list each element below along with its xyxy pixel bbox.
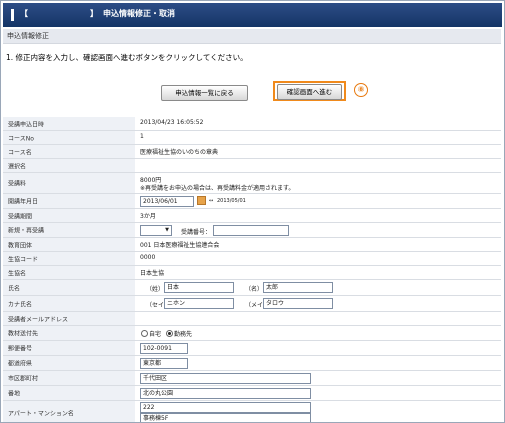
row-coop-name: 生協名 日本生協 xyxy=(3,266,501,280)
label-course-no: コースNo xyxy=(8,135,34,142)
row-name: 氏名 （姓） 日本 （名） 太郎 xyxy=(3,280,501,296)
section-title: 申込情報修正 xyxy=(7,32,49,40)
start-date-hint: 2013/05/01 xyxy=(217,198,246,204)
building-input-2[interactable]: 事務棟5F xyxy=(140,413,311,422)
row-start-date: 開講年月日 2013/06/01 ↔ 2013/05/01 xyxy=(3,194,501,209)
title-bracket-right: 】 xyxy=(90,9,98,18)
radio-work-label: 勤務先 xyxy=(174,331,193,338)
label-name: 氏名 xyxy=(8,285,21,292)
new-repeat-select[interactable]: ▼ xyxy=(140,225,172,236)
zip-input[interactable]: 102-0091 xyxy=(140,343,188,354)
label-option-name: 選択名 xyxy=(8,163,27,170)
row-kana: カナ氏名 （セイ） ニホン （メイ） タロウ xyxy=(3,296,501,312)
row-city: 市区郡町村 千代田区 xyxy=(3,371,501,386)
label-address: 番地 xyxy=(8,390,21,398)
label-email: 受講者メールアドレス xyxy=(8,316,69,323)
start-date-hint-prefix: ↔ xyxy=(209,198,214,204)
application-edit-window: 【 】 申込情報修正・取消 申込情報修正 1. 修正内容を入力し、確認画面へ進む… xyxy=(0,0,505,423)
row-course-name: コース名 医療福祉生協のいのちの章典 xyxy=(3,145,501,159)
row-fee: 受講料 8000円 ※再受講をお申込の場合は、再受講料金が適用されます。 xyxy=(3,173,501,194)
first-name-label: （名） xyxy=(245,286,264,293)
row-ship-to: 教材送付先 自宅 勤務先 xyxy=(3,326,501,341)
row-org: 教育団体 001 日本医療福祉生協連合会 xyxy=(3,238,501,252)
building-input-1[interactable]: 222 xyxy=(140,402,311,413)
pref-input[interactable]: 東京都 xyxy=(140,358,188,369)
row-building: アパート・マンション名 222 事務棟5F xyxy=(3,401,501,422)
last-name-label: （姓） xyxy=(146,286,165,293)
value-org: 001 日本医療福祉生協連合会 xyxy=(140,242,220,249)
instruction-text: 1. 修正内容を入力し、確認画面へ進むボタンをクリックしてください。 xyxy=(6,53,248,62)
title-mark xyxy=(11,9,14,21)
title-bracket-left: 【 xyxy=(20,9,28,18)
value-course-no: 1 xyxy=(140,133,144,140)
label-zip: 郵便番号 xyxy=(8,345,33,353)
last-kana-input[interactable]: ニホン xyxy=(164,298,234,309)
first-kana-input[interactable]: タロウ xyxy=(263,298,333,309)
title-bar: 【 】 申込情報修正・取消 xyxy=(3,3,502,27)
last-name-input[interactable]: 日本 xyxy=(164,282,234,293)
city-input[interactable]: 千代田区 xyxy=(140,373,311,384)
chevron-down-icon: ▼ xyxy=(165,227,169,233)
row-new-repeat: 新規・再受講 ▼ 受講番号： xyxy=(3,223,501,238)
radio-work[interactable] xyxy=(166,330,173,337)
student-no-input[interactable] xyxy=(213,225,289,236)
value-applied-at: 2013/04/23 16:05:52 xyxy=(140,119,204,126)
section-header: 申込情報修正 xyxy=(3,29,501,44)
label-pref: 都道府県 xyxy=(8,360,33,368)
address-input[interactable]: 北の丸公園 xyxy=(140,388,311,399)
calendar-icon[interactable] xyxy=(197,196,206,205)
value-coop-name: 日本生協 xyxy=(140,270,165,277)
label-fee: 受講料 xyxy=(8,180,27,188)
value-coop-code: 0000 xyxy=(140,254,156,261)
label-applied-at: 受講申込日時 xyxy=(8,121,45,128)
step-marker: ⑧ xyxy=(354,83,368,97)
label-coop-code: 生協コード xyxy=(8,256,39,263)
student-no-label: 受講番号： xyxy=(181,229,212,236)
page-title: 申込情報修正・取消 xyxy=(103,9,175,18)
radio-home[interactable] xyxy=(141,330,148,337)
row-applied-at: 受講申込日時 2013/04/23 16:05:52 xyxy=(3,117,501,131)
radio-home-label: 自宅 xyxy=(149,331,162,338)
label-kana: カナ氏名 xyxy=(8,301,33,308)
row-pref: 都道府県 東京都 xyxy=(3,356,501,371)
row-coop-code: 生協コード 0000 xyxy=(3,252,501,266)
first-name-input[interactable]: 太郎 xyxy=(263,282,333,293)
fee-note: ※再受講をお申込の場合は、再受講料金が適用されます。 xyxy=(140,185,295,192)
label-ship-to: 教材送付先 xyxy=(8,330,39,338)
row-zip: 郵便番号 102-0091 xyxy=(3,341,501,356)
label-start-date: 開講年月日 xyxy=(8,198,39,206)
label-duration: 受講期間 xyxy=(8,213,33,220)
label-org: 教育団体 xyxy=(8,242,33,249)
row-duration: 受講期間 3か月 xyxy=(3,209,501,223)
row-option-name: 選択名 xyxy=(3,159,501,173)
value-duration: 3か月 xyxy=(140,213,156,220)
label-course-name: コース名 xyxy=(8,149,32,156)
back-to-list-button[interactable]: 申込情報一覧に戻る xyxy=(161,85,248,101)
start-date-input[interactable]: 2013/06/01 xyxy=(140,196,194,207)
label-city: 市区郡町村 xyxy=(8,375,39,383)
label-new-repeat: 新規・再受講 xyxy=(8,227,45,235)
row-email: 受講者メールアドレス xyxy=(3,312,501,326)
label-coop-name: 生協名 xyxy=(8,270,27,277)
row-course-no: コースNo 1 xyxy=(3,131,501,145)
value-course-name: 医療福祉生協のいのちの章典 xyxy=(140,149,219,156)
label-building: アパート・マンション名 xyxy=(8,410,74,417)
row-address: 番地 北の丸公園 xyxy=(3,386,501,401)
confirm-button[interactable]: 確認画面へ進む xyxy=(277,84,342,100)
